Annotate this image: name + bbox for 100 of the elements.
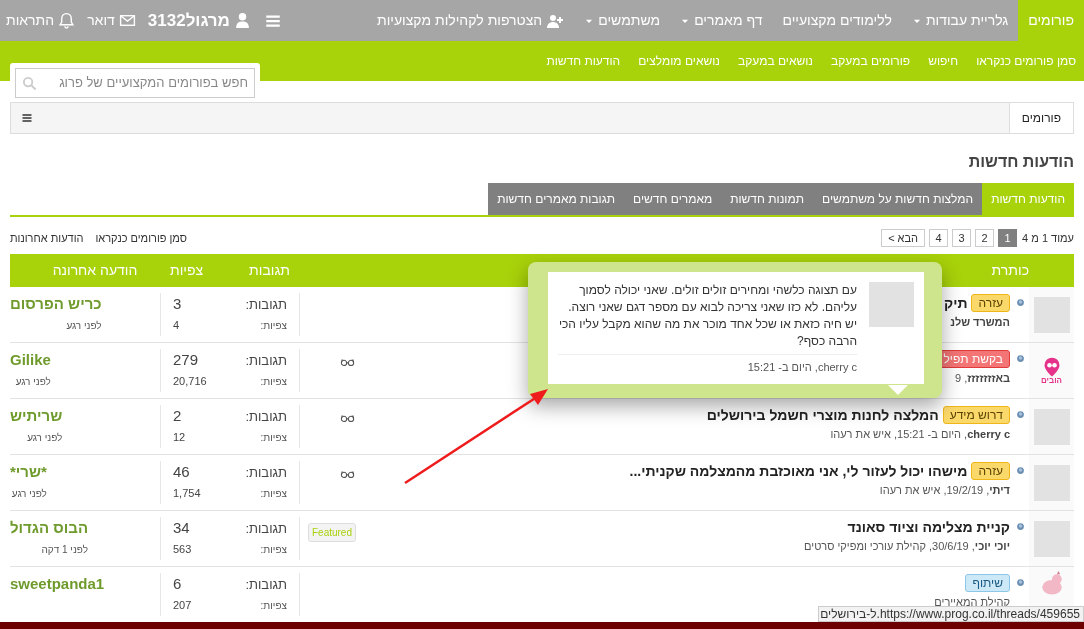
user-icon [233,12,251,29]
subnav-link[interactable]: נושאים מומלצים [638,52,721,70]
replies-count: 2 [173,406,182,426]
username-link[interactable]: שריתיש [10,405,63,428]
tab[interactable]: המלצות חדשות על משתמשים [813,183,983,215]
post-time: לפני רגע [15,374,51,389]
popup-text: עם תצוגה כלשהי ומחירים זולים זולים. שאני יכולה לסמוך עליהם. לא כזו שאני צריכה לבוא עם מספר דגם שאני רוצה. יש חיה כזאת או שכל אחד מוכר את מה שהוא מקבל עליו הכי הרבה כסף? [558,282,857,350]
prefix-tag: עזרה [971,294,1010,312]
thread-meta: המשרד שלנ [949,315,1010,330]
nav-tab[interactable]: משתמשים [574,0,671,41]
replies-count: 34 [173,518,190,538]
subnav-link[interactable]: נושאים במעקב [738,52,814,70]
views-count: 207 [173,597,192,613]
envelope-icon [118,12,136,29]
prefix-tag: דרוש מידע [942,406,1010,424]
nav-tab[interactable]: גלריית עבודות [901,0,1019,41]
replies-count: 3 [173,294,182,314]
breadcrumb-link[interactable]: פורומים [1008,103,1073,133]
username-link[interactable]: הבוס הגדול [10,517,89,540]
subnav-link[interactable]: חיפוש [928,52,959,70]
subnav-link[interactable]: הודעות חדשות [546,52,621,70]
thread-title[interactable]: תיק [944,292,968,314]
status-dot-icon [1016,298,1025,307]
username-link[interactable]: sweetpanda1 [10,573,105,596]
pin-logo: הובים [1041,356,1062,385]
views-count: 4 [173,317,180,333]
replies-label: תגובות: [245,520,287,538]
post-time: לפני 1 דקה [41,542,89,557]
status-dot-icon [1016,522,1025,531]
featured-badge: Featured [307,523,356,542]
thread-meta: קהילת המאיירים [934,595,1010,608]
column-header: תגובות [249,261,290,280]
replies-count: 6 [173,574,182,594]
column-header: כותרת [991,262,1029,278]
nav-link[interactable]: דואר [81,10,142,31]
menu-icon[interactable] [21,112,33,124]
logo-placeholder [869,282,914,327]
status-bar: https://www.prog.co.il/threads/459655.ל-בירושלים [818,606,1084,622]
thread-title[interactable]: קניית מצלימה וציוד סאונד [847,516,1010,538]
views-label: צפיות: [260,486,287,501]
replies-count: 279 [173,350,199,370]
views-count: 20,716 [173,373,207,389]
username-link[interactable]: כריש הפרסום [10,293,102,316]
username-link[interactable]: Gilike [10,349,51,372]
replies-count: 46 [173,462,190,482]
status-dot-icon [1016,410,1025,419]
post-time: לפני רגע [27,430,63,445]
text-link[interactable]: הודעות אחרונות [10,229,84,247]
post-time: לפני רגע [11,486,47,501]
tab[interactable]: תגובות מאמרים חדשות [488,183,625,215]
replies-label: תגובות: [245,464,287,482]
views-label: צפיות: [260,598,287,613]
nav-link[interactable]: התראות [0,10,82,31]
column-header: הודעה אחרונה [52,261,138,280]
thread-meta: יוכי יוכי, 30/6/19, קהילת עורכי ומפיקי סרטים [804,539,1010,554]
nav-tab[interactable]: ללימודים מקצועיים [772,0,902,41]
thread-meta: דיתי, 19/2/19, איש את רעהו [878,483,1010,498]
nav-tab[interactable]: הצטרפות לקהילות מקצועיות [367,0,575,41]
bell-icon [58,12,76,29]
replies-label: תגובות: [245,576,287,594]
tab[interactable]: תמונות חדשות [721,183,813,215]
logo-placeholder [1033,408,1070,445]
logo-placeholder [1033,520,1070,557]
views-label: צפיות: [260,430,287,445]
page-button[interactable]: 2 [975,229,995,247]
views-count: 1,754 [173,485,201,501]
username-link[interactable]: *שרי* [10,461,47,484]
replies-label: תגובות: [245,408,287,426]
tab[interactable]: הודעות חדשות [982,183,1074,215]
status-dot-icon [1016,354,1025,363]
status-dot-icon [1016,578,1025,587]
views-count: 563 [173,541,192,557]
subnav-link[interactable]: פורומים במעקב [831,52,911,70]
user-plus-icon [546,12,565,29]
search-field[interactable]: חפש בפורומים המקצועיים של פרוג [15,68,255,98]
nav-tab[interactable]: דף מאמרים [670,0,773,41]
thread-title[interactable]: המלצה לחנות מוצרי חשמל בירושלים [706,404,939,426]
status-dot-icon [1016,466,1025,475]
search-icon [22,75,37,91]
column-header: צפיות [170,261,204,280]
logo-placeholder [1033,464,1070,501]
page-button[interactable]: 3 [952,229,972,247]
logo-placeholder [1033,296,1070,333]
nav-link[interactable]: מרגול3132 [141,7,257,34]
page-button[interactable]: 1 [998,229,1018,247]
views-label: צפיות: [260,318,287,333]
replies-label: תגובות: [245,352,287,370]
thread-title[interactable]: מישהו יכול לעזור לי, אני מאוכזבת מהמצלמה שקניתי... [629,460,968,482]
post-time: לפני רגע [66,318,102,333]
nav-tab[interactable]: פורומים [1018,0,1084,41]
page-heading: הודעות חדשות [967,152,1074,172]
views-label: צפיות: [260,374,287,389]
subnav-link[interactable]: סמן פורומים כנקראו [976,52,1076,70]
next-page-button[interactable]: הבא > [881,229,926,247]
tab[interactable]: מאמרים חדשים [624,183,722,215]
page-count: עמוד 1 מ 4 [1022,230,1074,246]
page-button[interactable]: 4 [929,229,949,247]
text-link[interactable]: סמן פורומים כנקראו [95,229,188,247]
prefix-tag: עזרה [971,462,1010,480]
prefix-tag: שיתוף [965,574,1010,592]
